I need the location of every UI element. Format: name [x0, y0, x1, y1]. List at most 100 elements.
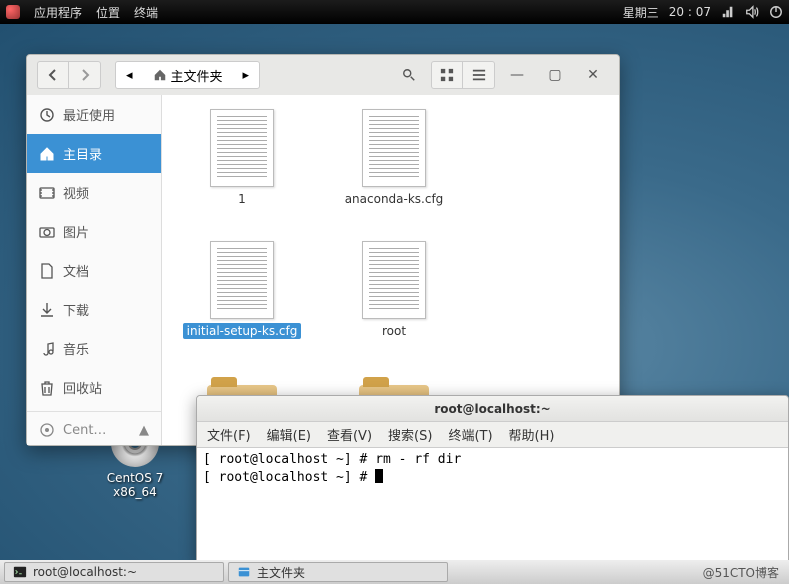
sidebar-item-documents[interactable]: 文档	[27, 251, 161, 290]
taskbar-item-terminal[interactable]: root@localhost:~	[4, 562, 224, 582]
sidebar-item-device[interactable]: Cent… ▲	[27, 411, 161, 445]
terminal-command: rm - rf dir	[375, 452, 461, 467]
disc-icon	[39, 422, 55, 438]
file-name: initial-setup-ks.cfg	[183, 323, 302, 339]
terminal-window: root@localhost:~ 文件(F) 编辑(E) 查看(V) 搜索(S)…	[196, 395, 789, 563]
taskbar-item-label: root@localhost:~	[33, 565, 137, 579]
document-icon	[39, 263, 55, 279]
file-item[interactable]: anaconda-ks.cfg	[318, 109, 470, 241]
video-icon	[39, 185, 55, 201]
document-icon	[210, 241, 274, 319]
sidebar-item-label: 回收站	[63, 378, 102, 397]
desktop[interactable]: CentOS 7 x86_64 ◂ 主文件夹 ▸	[0, 24, 789, 560]
menu-help[interactable]: 帮助(H)	[509, 425, 555, 444]
sidebar-item-label: Cent…	[63, 423, 106, 438]
menu-view[interactable]: 查看(V)	[327, 425, 372, 444]
menu-places[interactable]: 位置	[96, 4, 120, 21]
search-button[interactable]	[393, 61, 425, 89]
file-name: root	[378, 323, 410, 339]
terminal-prompt: [ root@localhost ~] #	[203, 452, 375, 467]
fm-body: 最近使用 主目录 视频 图片 文档 下载 音乐 回收站 Cent… ▲ 1 ana…	[27, 95, 619, 445]
file-pane[interactable]: 1 anaconda-ks.cfg initial-setup-ks.cfg r…	[162, 95, 619, 445]
sidebar-item-label: 图片	[63, 222, 89, 241]
sidebar-item-label: 文档	[63, 261, 89, 280]
bottom-panel: root@localhost:~ 主文件夹 @51CTO博客	[0, 560, 789, 584]
eject-icon[interactable]: ▲	[139, 423, 149, 438]
clock-time: 20 : 07	[669, 5, 711, 19]
back-button[interactable]	[37, 61, 69, 89]
network-icon[interactable]	[721, 5, 735, 19]
camera-icon	[39, 224, 55, 240]
cursor-icon	[375, 469, 383, 483]
menu-search[interactable]: 搜索(S)	[388, 425, 432, 444]
path-prev-button[interactable]: ◂	[116, 62, 143, 88]
window-maximize-button[interactable]: ▢	[539, 61, 571, 89]
file-name: 1	[234, 191, 250, 207]
trash-icon	[39, 380, 55, 396]
search-icon	[402, 68, 416, 82]
sidebar-item-video[interactable]: 视频	[27, 173, 161, 212]
path-bar[interactable]: ◂ 主文件夹 ▸	[115, 61, 260, 89]
document-icon	[362, 241, 426, 319]
chevron-left-icon	[47, 69, 59, 81]
sidebar-item-music[interactable]: 音乐	[27, 329, 161, 368]
list-icon	[472, 68, 486, 82]
file-item[interactable]: initial-setup-ks.cfg	[166, 241, 318, 373]
menu-file[interactable]: 文件(F)	[207, 425, 251, 444]
terminal-title: root@localhost:~	[197, 396, 788, 422]
files-icon	[237, 565, 251, 579]
window-minimize-button[interactable]: —	[501, 61, 533, 89]
activities-icon[interactable]	[6, 5, 20, 19]
terminal-icon	[13, 565, 27, 579]
taskbar-item-label: 主文件夹	[257, 564, 305, 581]
sidebar-item-label: 主目录	[63, 144, 102, 163]
document-icon	[210, 109, 274, 187]
taskbar-item-files[interactable]: 主文件夹	[228, 562, 448, 582]
forward-button[interactable]	[69, 61, 101, 89]
top-panel-left: 应用程序 位置 终端	[6, 4, 158, 21]
music-icon	[39, 341, 55, 357]
sidebar-item-recent[interactable]: 最近使用	[27, 95, 161, 134]
home-icon	[39, 146, 55, 162]
path-current[interactable]: 主文件夹	[143, 62, 233, 88]
top-panel: 应用程序 位置 终端 星期三 20 : 07	[0, 0, 789, 24]
menu-applications[interactable]: 应用程序	[34, 4, 82, 21]
sidebar-item-downloads[interactable]: 下载	[27, 290, 161, 329]
menu-terminal[interactable]: 终端(T)	[448, 425, 492, 444]
top-panel-right: 星期三 20 : 07	[623, 4, 783, 21]
sidebar-item-pictures[interactable]: 图片	[27, 212, 161, 251]
sidebar-item-label: 最近使用	[63, 105, 115, 124]
download-icon	[39, 302, 55, 318]
clock-icon	[39, 107, 55, 123]
file-name: anaconda-ks.cfg	[341, 191, 448, 207]
view-list-button[interactable]	[463, 61, 495, 89]
menu-terminal[interactable]: 终端	[134, 4, 158, 21]
file-manager-window: ◂ 主文件夹 ▸ — ▢ ✕	[26, 54, 620, 446]
home-icon	[153, 68, 167, 82]
desktop-disc-label: CentOS 7 x86_64	[95, 471, 175, 499]
view-icons-button[interactable]	[431, 61, 463, 89]
sidebar-item-label: 音乐	[63, 339, 89, 358]
watermark-text: @51CTO博客	[703, 564, 785, 581]
document-icon	[362, 109, 426, 187]
terminal-prompt: [ root@localhost ~] #	[203, 470, 375, 485]
terminal-menubar: 文件(F) 编辑(E) 查看(V) 搜索(S) 终端(T) 帮助(H)	[197, 422, 788, 448]
file-item[interactable]: 1	[166, 109, 318, 241]
sidebar-item-label: 下载	[63, 300, 89, 319]
sidebar-item-trash[interactable]: 回收站	[27, 368, 161, 407]
file-item[interactable]: root	[318, 241, 470, 373]
menu-edit[interactable]: 编辑(E)	[267, 425, 311, 444]
path-current-label: 主文件夹	[171, 66, 223, 85]
sidebar-item-label: 视频	[63, 183, 89, 202]
chevron-right-icon	[79, 69, 91, 81]
window-close-button[interactable]: ✕	[577, 61, 609, 89]
grid-icon	[440, 68, 454, 82]
terminal-body[interactable]: [ root@localhost ~] # rm - rf dir [ root…	[197, 448, 788, 562]
power-icon[interactable]	[769, 5, 783, 19]
path-next-button[interactable]: ▸	[233, 62, 260, 88]
clock-day: 星期三	[623, 4, 659, 21]
volume-icon[interactable]	[745, 5, 759, 19]
fm-toolbar: ◂ 主文件夹 ▸ — ▢ ✕	[27, 55, 619, 95]
sidebar: 最近使用 主目录 视频 图片 文档 下载 音乐 回收站 Cent… ▲	[27, 95, 162, 445]
sidebar-item-home[interactable]: 主目录	[27, 134, 161, 173]
